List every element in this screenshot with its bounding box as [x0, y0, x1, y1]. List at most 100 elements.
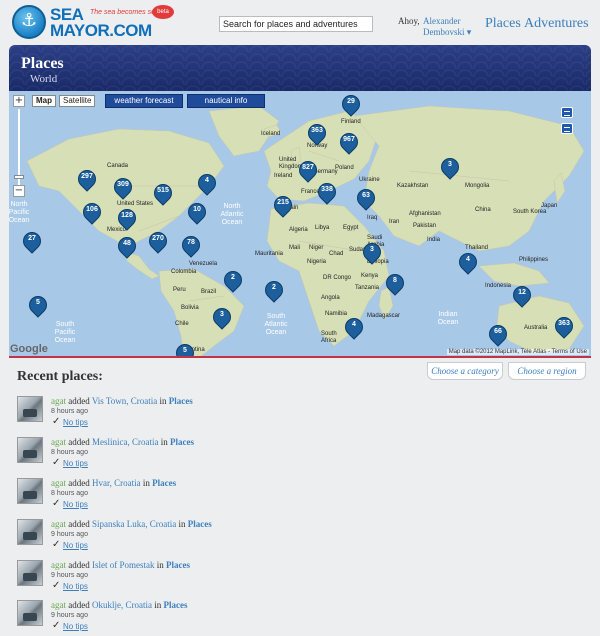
map-marker[interactable]: 78 — [178, 232, 204, 258]
map-marker[interactable]: 63 — [353, 185, 379, 211]
map-marker[interactable]: 215 — [270, 192, 296, 218]
map-marker[interactable]: 106 — [79, 199, 105, 225]
map-marker[interactable]: 128 — [114, 205, 140, 231]
avatar[interactable] — [17, 396, 43, 422]
tips-link[interactable]: No tips — [63, 541, 88, 550]
map-marker[interactable]: 3 — [359, 239, 385, 265]
ocean-label-south-pacific: South Pacific Ocean — [54, 321, 76, 344]
tab-weather-forecast[interactable]: weather forecast — [105, 94, 183, 108]
map-marker[interactable]: 2 — [220, 267, 246, 293]
timestamp: 8 hours ago — [51, 408, 88, 415]
tips-link[interactable]: No tips — [63, 582, 88, 591]
place-link[interactable]: Hvar, Croatia — [92, 478, 141, 488]
map-marker[interactable]: 338 — [314, 179, 340, 205]
map-marker[interactable]: 5 — [172, 340, 198, 356]
map-marker[interactable]: 363 — [304, 120, 330, 146]
map-marker[interactable]: 66 — [485, 321, 511, 347]
map-layer-icon[interactable] — [561, 123, 573, 134]
map-marker[interactable]: 5 — [25, 292, 51, 318]
zoom-out-button[interactable]: − — [13, 185, 25, 197]
search-input[interactable] — [219, 16, 373, 32]
site-logo[interactable]: SEA The sea becomes social! MAYOR.COM be… — [12, 5, 174, 41]
tips-link[interactable]: No tips — [63, 500, 88, 509]
places-banner: Places World — [9, 45, 591, 91]
choose-region-button[interactable]: Choose a region — [508, 362, 586, 380]
nav-link-adventures[interactable]: Adventures — [524, 16, 589, 32]
world-map[interactable]: Iceland Finland Norway United Kingdom Ir… — [9, 91, 591, 358]
user-link[interactable]: agat — [51, 478, 66, 488]
anchor-logo-icon — [12, 5, 46, 39]
map-marker[interactable]: 8 — [382, 270, 408, 296]
choose-category-button[interactable]: Choose a category — [427, 362, 503, 380]
map-marker[interactable]: 4 — [341, 314, 367, 340]
map-marker[interactable]: 4 — [194, 170, 220, 196]
avatar[interactable] — [17, 560, 43, 586]
map-label-brazil: Brazil — [201, 289, 217, 295]
place-link[interactable]: Okuklje, Croatia — [92, 600, 152, 610]
map-marker[interactable]: 3 — [437, 154, 463, 180]
category-link[interactable]: Places — [188, 519, 212, 529]
zoom-in-button[interactable]: + — [13, 95, 25, 107]
place-link[interactable]: Meslinica, Croatia — [92, 437, 158, 447]
tips-link[interactable]: No tips — [63, 622, 88, 631]
map-label-pakistan: Pakistan — [413, 223, 437, 229]
avatar[interactable] — [17, 519, 43, 545]
avatar[interactable] — [17, 437, 43, 463]
map-marker[interactable]: 29 — [338, 91, 364, 117]
zoom-slider-knob[interactable] — [14, 175, 24, 179]
tips-link[interactable]: No tips — [63, 418, 88, 427]
activity-verb: added — [68, 600, 90, 610]
place-link[interactable]: Sipanska Luka, Croatia — [92, 519, 176, 529]
place-link[interactable]: Islet of Pomestak — [92, 560, 155, 570]
checkmark-icon: ✓ — [52, 498, 61, 509]
map-marker[interactable]: 4 — [455, 249, 481, 275]
place-link[interactable]: Vis Town, Croatia — [92, 396, 157, 406]
zoom-slider-track[interactable] — [18, 109, 20, 185]
map-label-south-korea: South Korea — [513, 209, 547, 215]
activity-in: in — [178, 519, 186, 529]
map-marker[interactable]: 48 — [114, 233, 140, 259]
map-marker[interactable]: 270 — [145, 228, 171, 254]
user-link[interactable]: agat — [51, 437, 66, 447]
avatar[interactable] — [17, 478, 43, 504]
map-marker[interactable]: 12 — [509, 282, 535, 308]
map-marker[interactable]: 2 — [261, 277, 287, 303]
user-link[interactable]: agat — [51, 560, 66, 570]
tab-nautical-info[interactable]: nautical info — [187, 94, 265, 108]
timestamp: 9 hours ago — [51, 531, 88, 538]
map-layer-icon[interactable] — [561, 107, 573, 118]
category-link[interactable]: Places — [166, 560, 190, 570]
user-link[interactable]: agat — [51, 396, 66, 406]
nav-link-places[interactable]: Places — [485, 16, 521, 32]
ocean-label-north-atlantic: North Atlantic Ocean — [220, 203, 244, 226]
category-link[interactable]: Places — [169, 396, 193, 406]
activity-in: in — [154, 600, 162, 610]
map-type-satellite[interactable]: Satellite — [59, 95, 96, 107]
tips-link[interactable]: No tips — [63, 459, 88, 468]
map-label-kazakhstan: Kazakhstan — [397, 183, 429, 189]
map-marker[interactable]: 515 — [150, 180, 176, 206]
activity-line: agat added Sipanska Luka, Croatia in Pla… — [51, 519, 212, 529]
avatar[interactable] — [17, 600, 43, 626]
map-marker[interactable]: 967 — [336, 129, 362, 155]
list-item: agat added Okuklje, Croatia in Places 9 … — [17, 600, 417, 636]
map-marker[interactable]: 309 — [110, 174, 136, 200]
map-attribution[interactable]: Map data ©2012 MapLink, Tele Atlas - Ter… — [446, 349, 589, 355]
user-link[interactable]: agat — [51, 519, 66, 529]
map-marker[interactable]: 3 — [209, 304, 235, 330]
category-link[interactable]: Places — [170, 437, 194, 447]
map-label-bolivia: Bolivia — [181, 305, 199, 311]
category-link[interactable]: Places — [164, 600, 188, 610]
category-link[interactable]: Places — [152, 478, 176, 488]
map-marker[interactable]: 363 — [551, 313, 577, 339]
map-marker[interactable]: 10 — [184, 199, 210, 225]
map-marker[interactable]: 297 — [74, 166, 100, 192]
user-menu[interactable]: Alexander Dembovski ▾ — [423, 16, 483, 38]
map-marker[interactable]: 27 — [19, 228, 45, 254]
map-label-madagascar: Madagascar — [367, 313, 401, 319]
user-link[interactable]: agat — [51, 600, 66, 610]
ocean-label-north-pacific: North Pacific Ocean — [9, 201, 30, 224]
map-type-map[interactable]: Map — [32, 95, 56, 107]
map-marker[interactable]: 827 — [295, 157, 321, 183]
timestamp: 8 hours ago — [51, 490, 88, 497]
